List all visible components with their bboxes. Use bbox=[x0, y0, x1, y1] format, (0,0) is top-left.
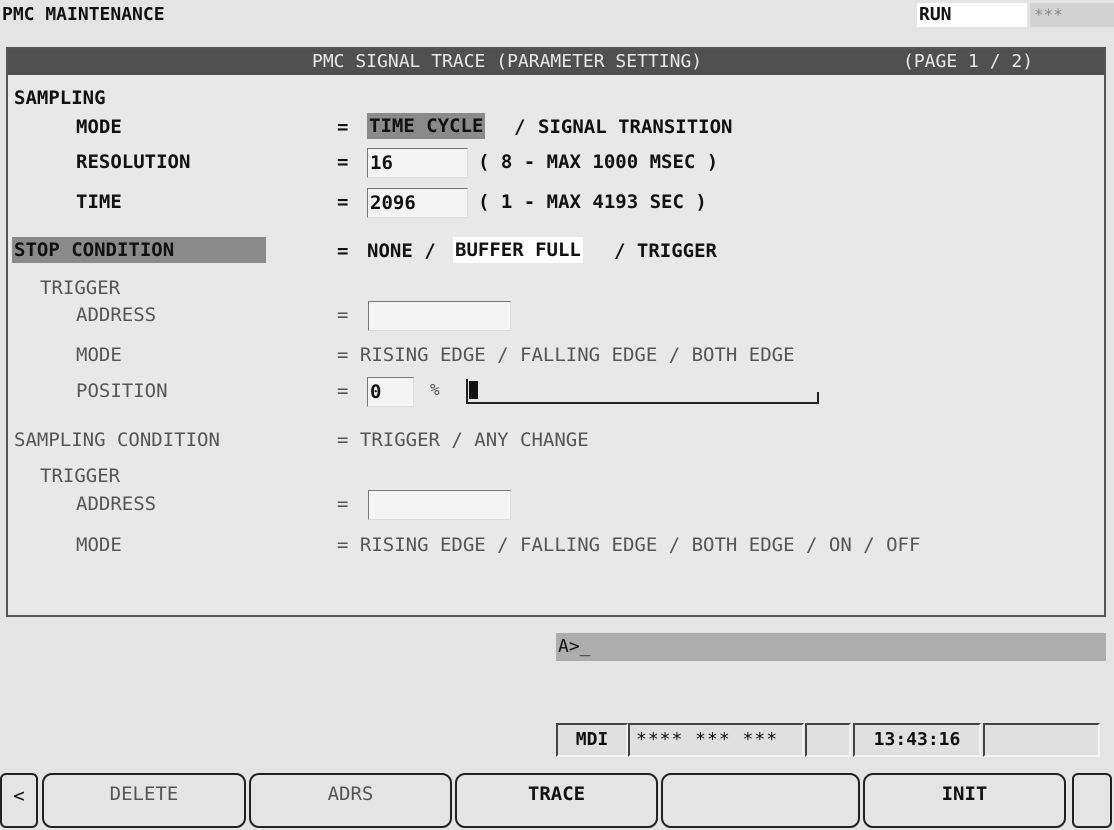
time-range: ( 1 - MAX 4193 SEC ) bbox=[478, 191, 707, 213]
sampling-trigger-heading: TRIGGER bbox=[40, 465, 121, 487]
command-line-bar[interactable] bbox=[556, 633, 1106, 661]
time-label: TIME bbox=[76, 191, 122, 213]
softkey-prev-arrow[interactable]: < bbox=[0, 773, 38, 828]
resolution-eq: = bbox=[337, 151, 349, 173]
stop-trigger-heading: TRIGGER bbox=[40, 277, 121, 299]
position-label: POSITION bbox=[76, 380, 168, 402]
page-indicator: (PAGE 1 / 2) bbox=[903, 51, 1034, 72]
position-input[interactable]: 0 bbox=[367, 377, 414, 407]
softkey-next[interactable] bbox=[1072, 773, 1112, 828]
stop-trigger-address-eq: = bbox=[337, 304, 349, 326]
resolution-label: RESOLUTION bbox=[76, 151, 191, 173]
sampling-trigger-mode-options[interactable]: = RISING EDGE / FALLING EDGE / BOTH EDGE… bbox=[337, 534, 920, 556]
sampling-trigger-address-input[interactable] bbox=[368, 490, 511, 520]
sampling-condition-options[interactable]: = TRIGGER / ANY CHANGE bbox=[337, 429, 589, 451]
sampling-mode-time-cycle[interactable]: TIME CYCLE bbox=[367, 113, 486, 139]
stop-trigger-address-input[interactable] bbox=[368, 301, 511, 331]
position-unit: % bbox=[430, 380, 440, 399]
position-slider-right-edge bbox=[817, 392, 819, 404]
stop-condition-eq: = bbox=[337, 240, 349, 262]
sampling-trigger-address-eq: = bbox=[337, 493, 349, 515]
status-stars: **** *** *** bbox=[628, 723, 804, 757]
position-slider-left-edge bbox=[466, 379, 468, 403]
command-line-prompt[interactable]: A>_ bbox=[558, 636, 591, 657]
sampling-heading: SAMPLING bbox=[14, 87, 106, 109]
resolution-input[interactable]: 16 bbox=[367, 148, 468, 178]
sampling-mode-separator: / bbox=[514, 116, 526, 138]
sampling-mode-eq: = bbox=[337, 116, 349, 138]
stop-trigger-address-label: ADDRESS bbox=[76, 304, 157, 326]
status-blank-cell-right bbox=[983, 723, 1100, 757]
stop-condition-heading[interactable]: STOP CONDITION bbox=[12, 237, 266, 263]
stop-condition-trigger[interactable]: / TRIGGER bbox=[614, 240, 717, 262]
position-slider-track[interactable] bbox=[466, 402, 819, 404]
softkey-trace[interactable]: TRACE bbox=[455, 773, 658, 828]
softkey-blank[interactable] bbox=[661, 773, 860, 828]
time-eq: = bbox=[337, 191, 349, 213]
position-slider-handle[interactable] bbox=[469, 381, 478, 399]
run-status-stars: *** bbox=[1030, 3, 1114, 27]
stop-trigger-mode-label: MODE bbox=[76, 344, 122, 366]
sampling-mode-signal-transition[interactable]: SIGNAL TRANSITION bbox=[538, 116, 732, 138]
stop-condition-buffer-full[interactable]: BUFFER FULL bbox=[453, 237, 583, 263]
run-status-indicator: RUN bbox=[917, 3, 1027, 27]
status-clock: 13:43:16 bbox=[853, 723, 981, 757]
softkey-init[interactable]: INIT bbox=[863, 773, 1066, 828]
sampling-condition-heading[interactable]: SAMPLING CONDITION bbox=[14, 429, 220, 451]
status-blank-cell bbox=[805, 723, 851, 757]
sampling-trigger-address-label: ADDRESS bbox=[76, 493, 157, 515]
softkey-adrs[interactable]: ADRS bbox=[249, 773, 452, 828]
sampling-trigger-mode-label: MODE bbox=[76, 534, 122, 556]
status-mode: MDI bbox=[556, 723, 628, 757]
stop-condition-none[interactable]: NONE / bbox=[367, 240, 436, 262]
resolution-range: ( 8 - MAX 1000 MSEC ) bbox=[478, 151, 719, 173]
panel-title: PMC SIGNAL TRACE (PARAMETER SETTING) bbox=[312, 51, 703, 72]
softkey-delete[interactable]: DELETE bbox=[42, 773, 246, 828]
screen-title: PMC MAINTENANCE bbox=[2, 4, 165, 25]
sampling-mode-label: MODE bbox=[76, 116, 122, 138]
time-input[interactable]: 2096 bbox=[367, 188, 468, 218]
position-eq: = bbox=[337, 380, 349, 402]
stop-trigger-mode-options[interactable]: = RISING EDGE / FALLING EDGE / BOTH EDGE bbox=[337, 344, 795, 366]
